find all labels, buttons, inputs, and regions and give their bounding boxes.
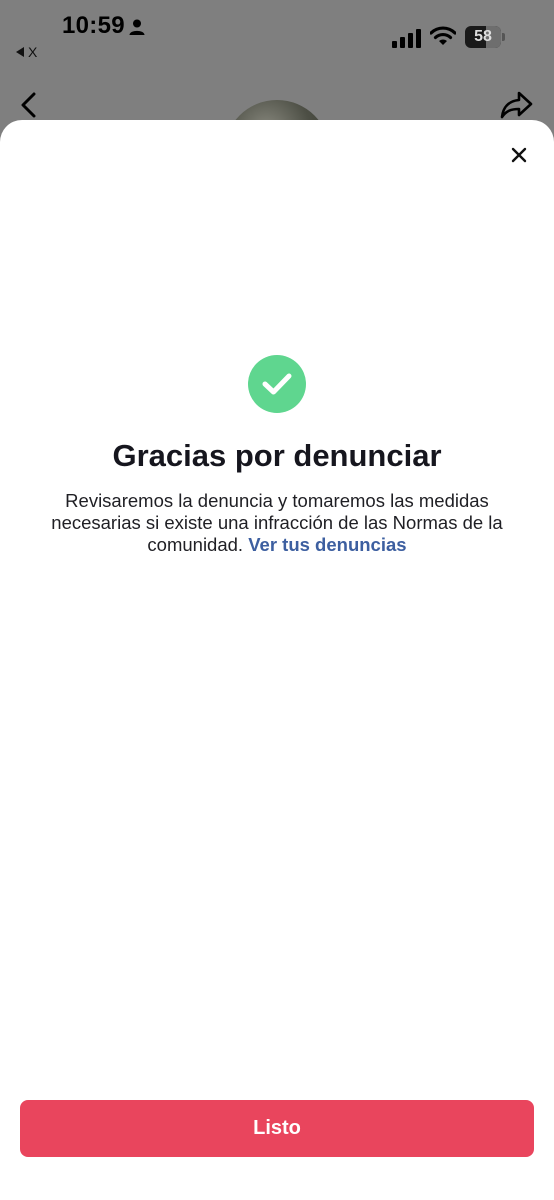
status-time: 10:59 bbox=[62, 12, 125, 39]
done-button[interactable]: Listo bbox=[20, 1100, 534, 1157]
share-icon[interactable] bbox=[500, 90, 534, 120]
sheet-title: Gracias por denunciar bbox=[112, 438, 442, 473]
battery-percent: 58 bbox=[474, 28, 492, 45]
status-bar: 10:59 X 58 bbox=[0, 0, 554, 60]
battery-icon: 58 bbox=[465, 26, 501, 48]
back-triangle-icon bbox=[16, 47, 24, 57]
screen: 10:59 X 58 Gracias por denunciar Revisar… bbox=[0, 0, 554, 1200]
signal-icon bbox=[392, 29, 421, 48]
sheet-body: Revisaremos la denuncia y tomaremos las … bbox=[40, 490, 514, 556]
back-to-app-button[interactable]: X bbox=[16, 44, 37, 60]
chevron-left-icon[interactable] bbox=[18, 92, 40, 118]
back-app-label: X bbox=[28, 44, 38, 60]
battery-nub bbox=[502, 33, 505, 41]
wifi-icon bbox=[430, 26, 456, 45]
checkmark-icon bbox=[262, 373, 292, 395]
check-circle-icon bbox=[248, 355, 306, 413]
report-confirmation-sheet: Gracias por denunciar Revisaremos la den… bbox=[0, 120, 554, 1200]
view-reports-link[interactable]: Ver tus denuncias bbox=[248, 534, 406, 555]
close-button[interactable] bbox=[506, 142, 532, 168]
close-icon bbox=[511, 147, 527, 163]
person-icon bbox=[129, 19, 145, 35]
